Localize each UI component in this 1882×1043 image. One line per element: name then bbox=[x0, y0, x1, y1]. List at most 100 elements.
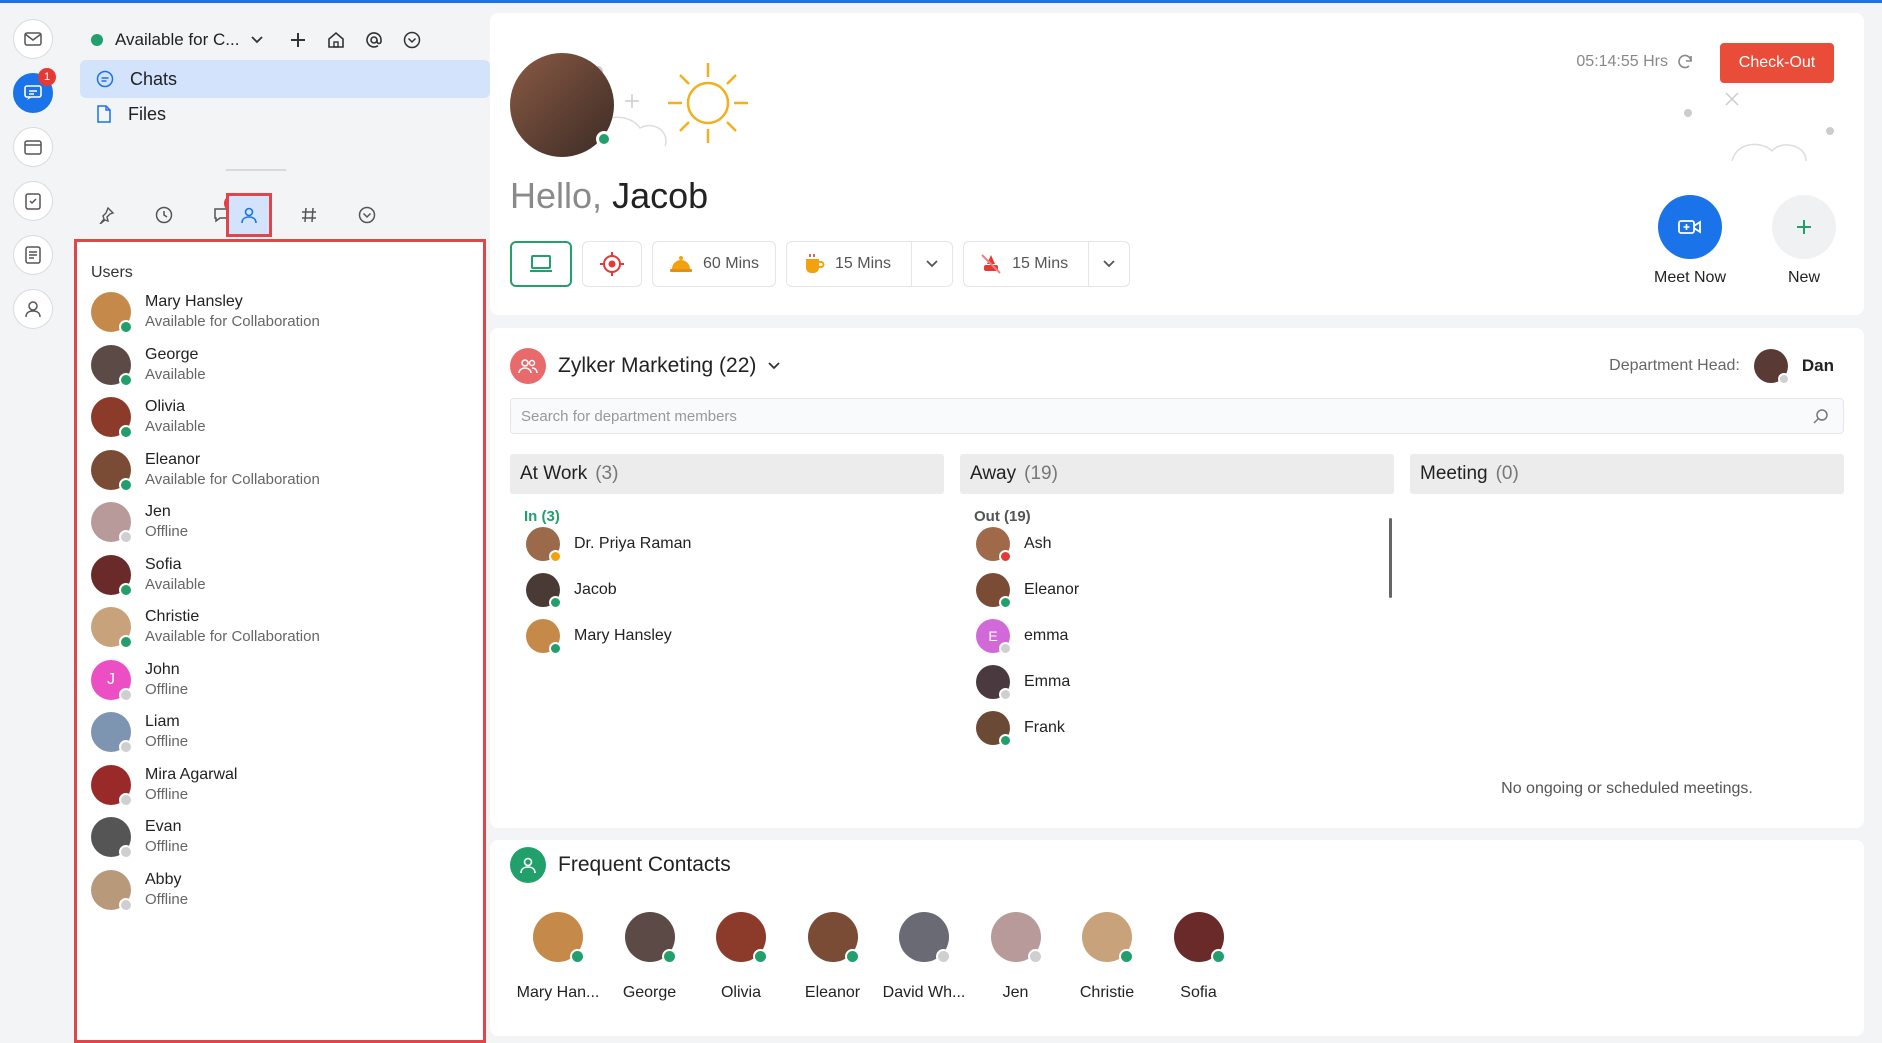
avatar[interactable] bbox=[91, 344, 133, 387]
tab-channels[interactable] bbox=[286, 193, 332, 237]
frequent-contact[interactable]: Olivia bbox=[691, 912, 791, 1002]
work-mode-button[interactable] bbox=[510, 241, 572, 287]
profile-avatar[interactable] bbox=[510, 53, 614, 157]
member-item[interactable]: Mary Hansley bbox=[526, 616, 672, 656]
member-item[interactable]: Dr. Priya Raman bbox=[526, 524, 691, 564]
lunch-break-button[interactable]: 60 Mins bbox=[652, 241, 777, 287]
frequent-contact[interactable]: Sofia bbox=[1149, 912, 1249, 1002]
avatar[interactable] bbox=[91, 502, 133, 544]
chevron-down-icon[interactable] bbox=[251, 31, 264, 49]
user-list-item[interactable]: Abby Offline bbox=[91, 862, 471, 918]
frequent-contact[interactable]: Mary Han... bbox=[508, 912, 608, 1002]
user-list-item[interactable]: George Available bbox=[91, 337, 471, 393]
user-list-item[interactable]: Eleanor Available for Collaboration bbox=[91, 442, 471, 498]
avatar[interactable] bbox=[91, 817, 133, 859]
avatar[interactable]: J bbox=[91, 659, 133, 702]
frequent-contact[interactable]: Jen bbox=[966, 912, 1066, 1002]
avatar[interactable] bbox=[91, 712, 133, 754]
avatar[interactable] bbox=[807, 912, 860, 964]
user-list-item[interactable]: Sofia Available bbox=[91, 547, 471, 603]
avatar[interactable] bbox=[91, 449, 133, 492]
user-list-item[interactable]: Mira Agarwal Offline bbox=[91, 757, 471, 813]
cliq-chat-icon[interactable]: 1 bbox=[13, 68, 56, 113]
member-name: Mary Hansley bbox=[574, 627, 672, 644]
break-button[interactable]: 15 Mins bbox=[963, 241, 1131, 287]
avatar[interactable] bbox=[526, 527, 562, 563]
coffee-break-button[interactable]: 15 Mins bbox=[786, 241, 954, 287]
tasks-icon[interactable] bbox=[13, 181, 53, 221]
chevron-down-icon[interactable] bbox=[911, 241, 952, 287]
status-selector[interactable]: Available for C... bbox=[91, 25, 425, 55]
frequent-contact[interactable]: Christie bbox=[1057, 912, 1157, 1002]
calendar-icon[interactable] bbox=[13, 127, 53, 167]
user-list-item[interactable]: Liam Offline bbox=[91, 704, 471, 760]
check-out-button[interactable]: Check-Out bbox=[1720, 43, 1834, 83]
avatar[interactable] bbox=[976, 711, 1012, 747]
tab-pinned[interactable] bbox=[83, 193, 129, 237]
avatar[interactable] bbox=[976, 573, 1012, 609]
mention-icon[interactable] bbox=[361, 27, 387, 53]
member-item[interactable]: Emma bbox=[976, 662, 1070, 702]
avatar[interactable] bbox=[91, 397, 133, 439]
nav-files[interactable]: Files bbox=[80, 95, 490, 133]
member-item[interactable]: Ash bbox=[976, 524, 1052, 564]
user-list-item[interactable]: J John Offline bbox=[91, 652, 471, 708]
user-list-item[interactable]: Christie Available for Collaboration bbox=[91, 599, 471, 655]
avatar[interactable] bbox=[91, 869, 133, 912]
chevron-down-icon[interactable] bbox=[1088, 241, 1129, 287]
presence-dot bbox=[119, 477, 133, 492]
notes-icon[interactable] bbox=[13, 235, 53, 275]
avatar[interactable] bbox=[91, 764, 133, 807]
away-scrollbar[interactable] bbox=[1389, 518, 1392, 598]
tab-recent[interactable] bbox=[141, 193, 187, 237]
presence-dot bbox=[549, 596, 562, 609]
contacts-icon[interactable] bbox=[13, 289, 53, 329]
hash-icon bbox=[302, 207, 316, 223]
avatar[interactable] bbox=[526, 619, 562, 655]
member-item[interactable]: Jacob bbox=[526, 570, 617, 610]
search-icon[interactable] bbox=[1813, 408, 1829, 424]
more-options-icon[interactable] bbox=[399, 27, 425, 53]
avatar[interactable] bbox=[91, 292, 133, 334]
user-list-item[interactable]: Evan Offline bbox=[91, 809, 471, 865]
nav-chats[interactable]: Chats bbox=[80, 60, 490, 98]
avatar[interactable] bbox=[990, 912, 1043, 964]
avatar[interactable] bbox=[976, 527, 1012, 563]
refresh-icon[interactable] bbox=[1676, 53, 1694, 71]
frequent-contact[interactable]: David Wh... bbox=[874, 912, 974, 1002]
avatar[interactable] bbox=[976, 665, 1012, 701]
avatar[interactable] bbox=[526, 573, 562, 609]
avatar[interactable]: E bbox=[976, 619, 1012, 655]
avatar[interactable] bbox=[716, 912, 768, 964]
department-head-name[interactable]: Dan bbox=[1802, 356, 1834, 376]
user-icon bbox=[241, 207, 257, 224]
tab-more[interactable] bbox=[344, 193, 390, 237]
avatar[interactable] bbox=[91, 607, 133, 649]
department-search-input[interactable]: Search for department members bbox=[510, 398, 1844, 434]
tab-users[interactable] bbox=[226, 193, 272, 237]
focus-mode-button[interactable] bbox=[582, 241, 642, 287]
department-head-avatar[interactable] bbox=[1753, 349, 1790, 385]
new-meeting-button[interactable] bbox=[1772, 195, 1836, 259]
member-name: Ash bbox=[1024, 535, 1052, 552]
meet-now-button[interactable] bbox=[1658, 195, 1722, 259]
avatar[interactable] bbox=[1082, 912, 1134, 964]
user-list-item[interactable]: Jen Offline bbox=[91, 494, 471, 550]
member-item[interactable]: Frank bbox=[976, 708, 1065, 748]
mail-icon[interactable] bbox=[13, 19, 53, 59]
user-list-item[interactable]: Mary Hansley Available for Collaboration bbox=[91, 284, 471, 340]
avatar[interactable] bbox=[624, 912, 677, 964]
avatar[interactable] bbox=[899, 912, 951, 964]
chevron-down-icon[interactable] bbox=[768, 362, 781, 370]
member-item[interactable]: Eemma bbox=[976, 616, 1068, 656]
user-list-item[interactable]: Olivia Available bbox=[91, 389, 471, 445]
avatar[interactable] bbox=[1173, 912, 1226, 964]
frequent-contact[interactable]: George bbox=[600, 912, 700, 1002]
member-item[interactable]: Eleanor bbox=[976, 570, 1079, 610]
frequent-contact[interactable]: Eleanor bbox=[783, 912, 883, 1002]
home-icon[interactable] bbox=[323, 27, 349, 53]
avatar[interactable] bbox=[533, 912, 585, 964]
avatar[interactable] bbox=[91, 554, 133, 597]
department-selector[interactable]: Zylker Marketing (22) bbox=[510, 348, 781, 384]
plus-icon[interactable] bbox=[285, 27, 311, 53]
